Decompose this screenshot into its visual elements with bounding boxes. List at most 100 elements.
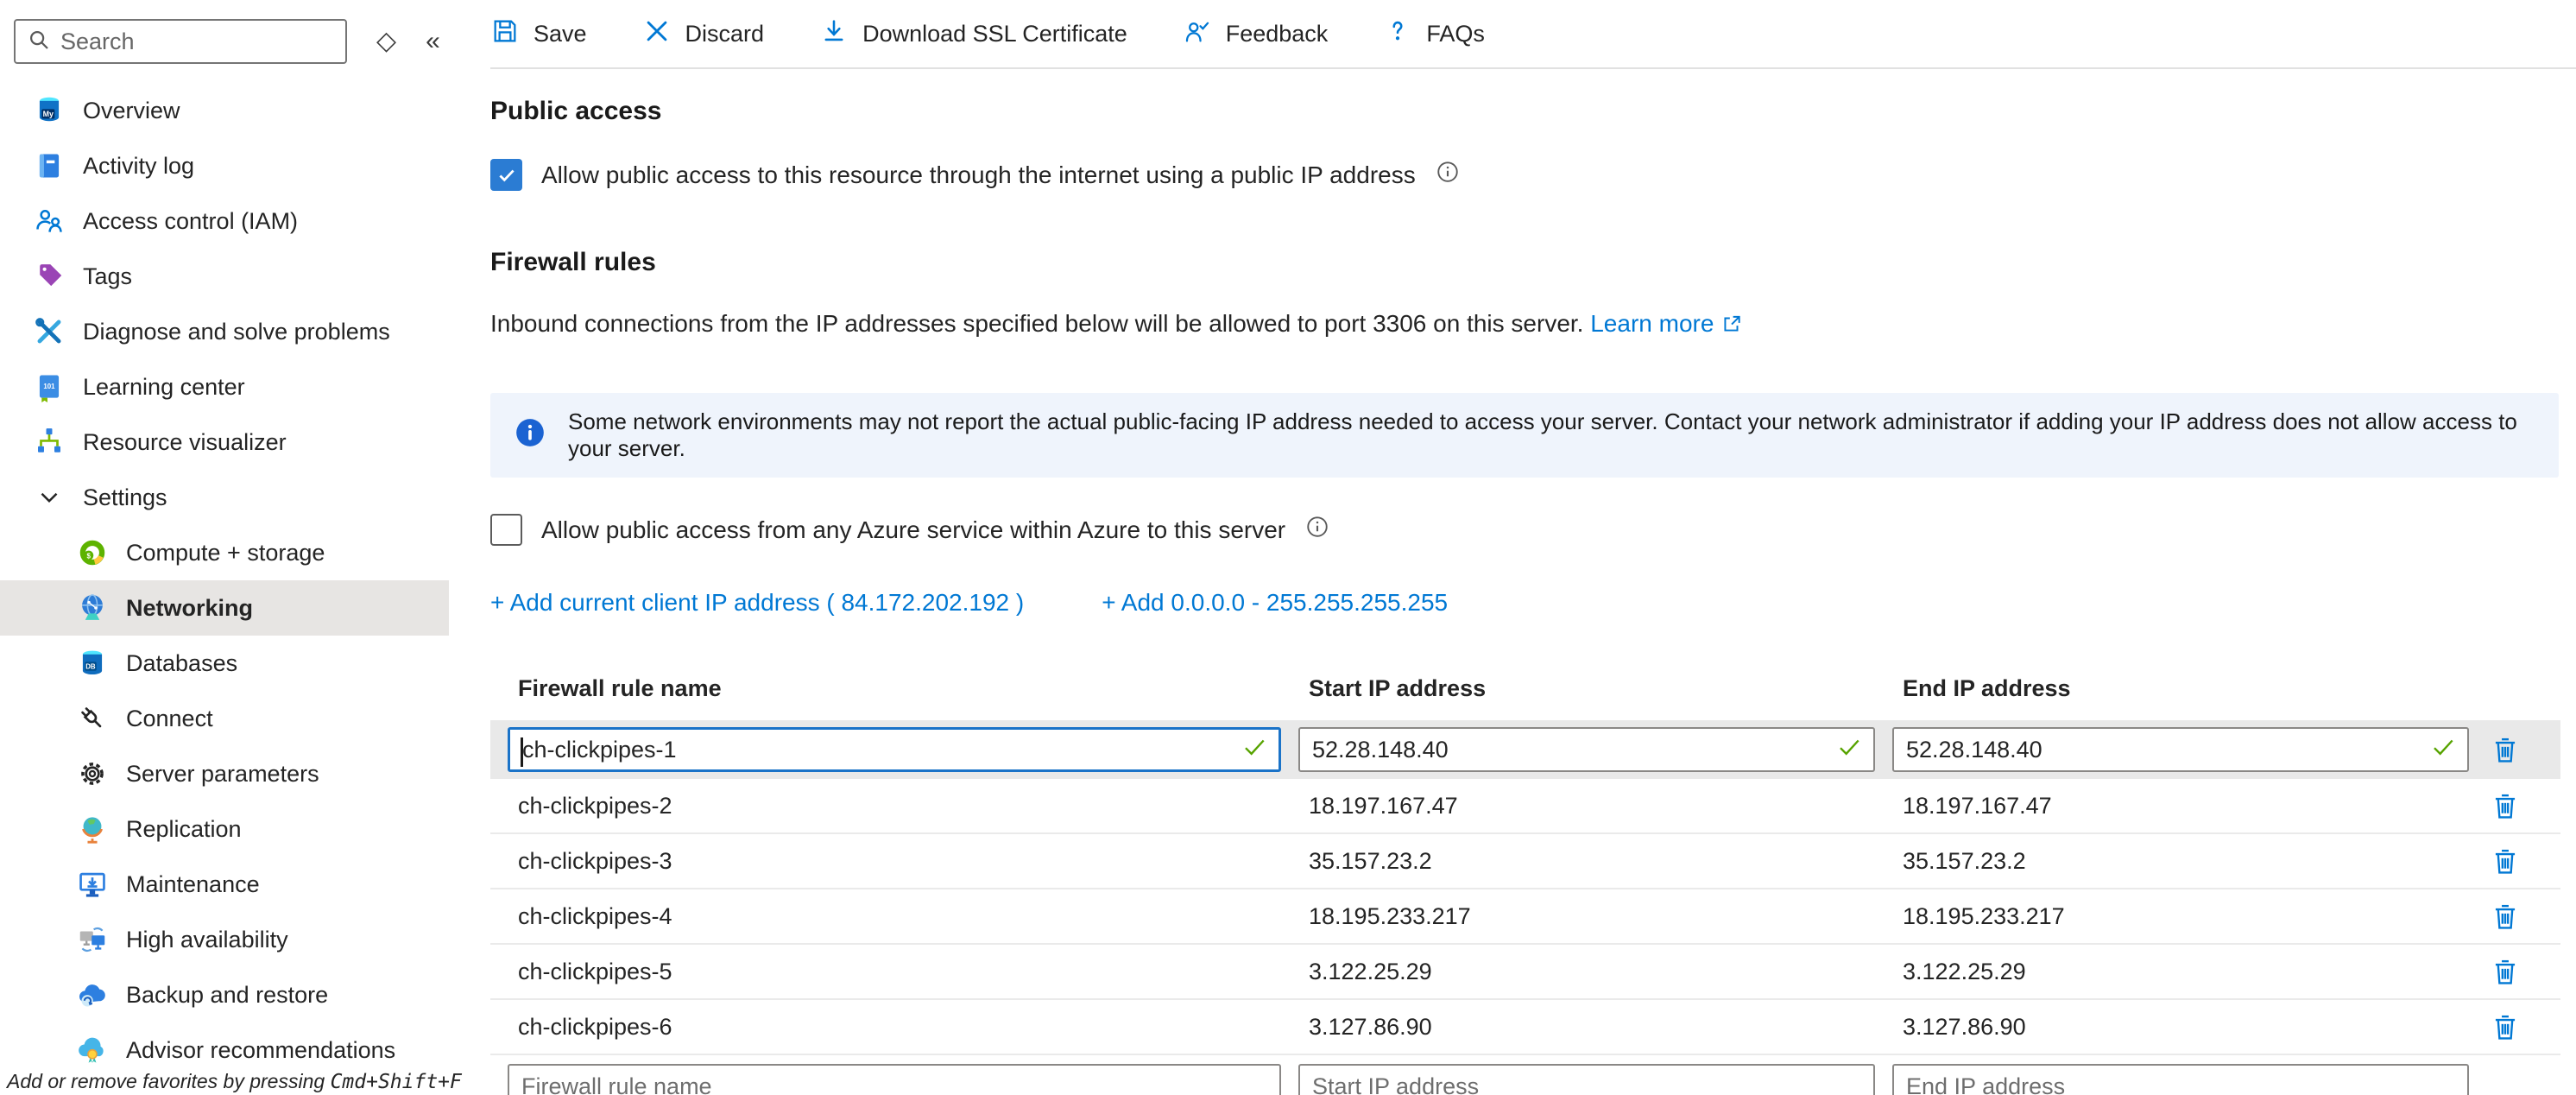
sidebar-item-label: Server parameters xyxy=(126,761,319,788)
feedback-icon xyxy=(1183,16,1212,52)
sidebar-item-diagnose[interactable]: Diagnose and solve problems xyxy=(0,304,449,359)
delete-rule-button[interactable] xyxy=(2486,729,2524,770)
high-availability-icon xyxy=(76,923,109,956)
col-header-start-ip: Start IP address xyxy=(1298,675,1875,702)
resource-visualizer-icon xyxy=(33,426,66,459)
sidebar-item-connect[interactable]: Connect xyxy=(0,691,449,746)
firewall-rules-heading: Firewall rules xyxy=(490,248,2560,277)
delete-rule-button[interactable] xyxy=(2486,951,2524,992)
mysql-server-icon: My xyxy=(33,94,66,127)
firewall-table-header: Firewall rule name Start IP address End … xyxy=(490,670,2560,706)
feedback-button[interactable]: Feedback xyxy=(1183,16,1329,52)
svg-text:101: 101 xyxy=(43,383,55,390)
sidebar-item-tags[interactable]: Tags xyxy=(0,249,449,304)
new-start-ip-field[interactable] xyxy=(1298,1064,1875,1095)
col-header-rule-name: Firewall rule name xyxy=(508,675,1281,702)
learning-center-icon: 101 xyxy=(33,370,66,403)
new-rule-name-input[interactable] xyxy=(509,1066,1279,1095)
end-ip-field[interactable] xyxy=(1892,727,2469,772)
end-ip-cell: 18.195.233.217 xyxy=(1892,903,2469,930)
resource-menu-sidebar: ◇ « My Overview Activity log Access cont… xyxy=(0,0,473,1095)
info-icon[interactable] xyxy=(1435,159,1461,191)
download-ssl-certificate-button[interactable]: Download SSL Certificate xyxy=(819,16,1127,52)
sidebar-item-networking[interactable]: Networking xyxy=(0,580,449,636)
col-header-end-ip: End IP address xyxy=(1892,675,2469,702)
delete-rule-button[interactable] xyxy=(2486,896,2524,937)
sidebar-item-overview[interactable]: My Overview xyxy=(0,83,449,138)
rule-name-cell: ch-clickpipes-4 xyxy=(508,903,1281,930)
sidebar-item-label: Advisor recommendations xyxy=(126,1037,395,1064)
compute-storage-icon: $ xyxy=(76,536,109,569)
discard-button[interactable]: Discard xyxy=(642,16,765,52)
start-ip-cell: 18.197.167.47 xyxy=(1298,793,1875,820)
replication-globe-icon xyxy=(76,813,109,845)
maintenance-monitor-icon xyxy=(76,868,109,901)
sidebar-item-maintenance[interactable]: Maintenance xyxy=(0,857,449,912)
sidebar-item-backup-restore[interactable]: Backup and restore xyxy=(0,967,449,1022)
info-filled-icon xyxy=(513,415,547,456)
new-end-ip-input[interactable] xyxy=(1894,1066,2467,1095)
new-start-ip-input[interactable] xyxy=(1300,1066,1873,1095)
download-ssl-label: Download SSL Certificate xyxy=(862,21,1127,47)
add-client-ip-link[interactable]: + Add current client IP address ( 84.172… xyxy=(490,589,1024,617)
sidebar-item-label: Databases xyxy=(126,650,237,677)
save-button[interactable]: Save xyxy=(490,16,587,52)
delete-rule-button[interactable] xyxy=(2486,785,2524,826)
text-caret xyxy=(521,737,523,767)
favorites-hint-text: Add or remove favorites by pressing xyxy=(7,1070,331,1092)
favorites-hint: Add or remove favorites by pressing Cmd+… xyxy=(7,1070,462,1093)
info-icon[interactable] xyxy=(1304,514,1330,546)
azure-services-checkbox[interactable] xyxy=(490,514,522,546)
svg-text:DB: DB xyxy=(85,662,96,670)
sidebar-nav: My Overview Activity log Access control … xyxy=(0,83,473,1078)
search-box[interactable] xyxy=(14,19,347,64)
sidebar-item-label: Maintenance xyxy=(126,871,260,898)
sidebar-item-activity-log[interactable]: Activity log xyxy=(0,138,449,193)
sidebar-item-resource-visualizer[interactable]: Resource visualizer xyxy=(0,415,449,470)
delete-rule-button[interactable] xyxy=(2486,1006,2524,1048)
networking-icon xyxy=(76,592,109,624)
sidebar-item-label: Overview xyxy=(83,98,180,124)
start-ip-cell: 18.195.233.217 xyxy=(1298,903,1875,930)
info-banner-text: Some network environments may not report… xyxy=(568,408,2536,462)
save-label: Save xyxy=(534,21,587,47)
diagnose-tools-icon xyxy=(33,315,66,348)
new-rule-name-field[interactable] xyxy=(508,1064,1281,1095)
public-access-heading: Public access xyxy=(490,97,2560,126)
svg-text:My: My xyxy=(43,110,54,118)
diamond-icon[interactable]: ◇ xyxy=(376,28,396,54)
add-all-ips-link[interactable]: + Add 0.0.0.0 - 255.255.255.255 xyxy=(1102,589,1448,617)
sidebar-item-label: Access control (IAM) xyxy=(83,208,298,235)
rule-name-field[interactable] xyxy=(508,727,1281,772)
search-input[interactable] xyxy=(60,28,335,55)
search-icon xyxy=(26,27,52,57)
sidebar-item-label: Compute + storage xyxy=(126,540,325,566)
end-ip-input[interactable] xyxy=(1894,729,2467,770)
public-access-checkbox[interactable] xyxy=(490,159,522,191)
delete-rule-button[interactable] xyxy=(2486,840,2524,882)
learn-more-label: Learn more xyxy=(1590,310,1714,337)
info-banner: Some network environments may not report… xyxy=(490,393,2559,478)
sidebar-item-access-control[interactable]: Access control (IAM) xyxy=(0,193,449,249)
start-ip-field[interactable] xyxy=(1298,727,1875,772)
start-ip-input[interactable] xyxy=(1300,729,1873,770)
collapse-sidebar-icon[interactable]: « xyxy=(426,28,440,54)
discard-label: Discard xyxy=(685,21,765,47)
sidebar-item-label: Connect xyxy=(126,706,213,732)
sidebar-item-compute-storage[interactable]: $ Compute + storage xyxy=(0,525,449,580)
rule-name-input[interactable] xyxy=(510,730,1279,769)
valid-check-icon xyxy=(1835,734,1863,766)
sidebar-item-learning-center[interactable]: 101 Learning center xyxy=(0,359,449,415)
sidebar-item-replication[interactable]: Replication xyxy=(0,801,449,857)
end-ip-cell: 18.197.167.47 xyxy=(1892,793,2469,820)
sidebar-item-label: Resource visualizer xyxy=(83,429,287,456)
new-end-ip-field[interactable] xyxy=(1892,1064,2469,1095)
start-ip-cell: 35.157.23.2 xyxy=(1298,848,1875,875)
sidebar-item-high-availability[interactable]: High availability xyxy=(0,912,449,967)
sidebar-item-databases[interactable]: DB Databases xyxy=(0,636,449,691)
faqs-button[interactable]: FAQs xyxy=(1383,16,1485,52)
sidebar-item-server-parameters[interactable]: Server parameters xyxy=(0,746,449,801)
learn-more-link[interactable]: Learn more xyxy=(1590,310,1743,337)
sidebar-group-settings[interactable]: Settings xyxy=(0,470,449,525)
access-control-icon xyxy=(33,205,66,237)
